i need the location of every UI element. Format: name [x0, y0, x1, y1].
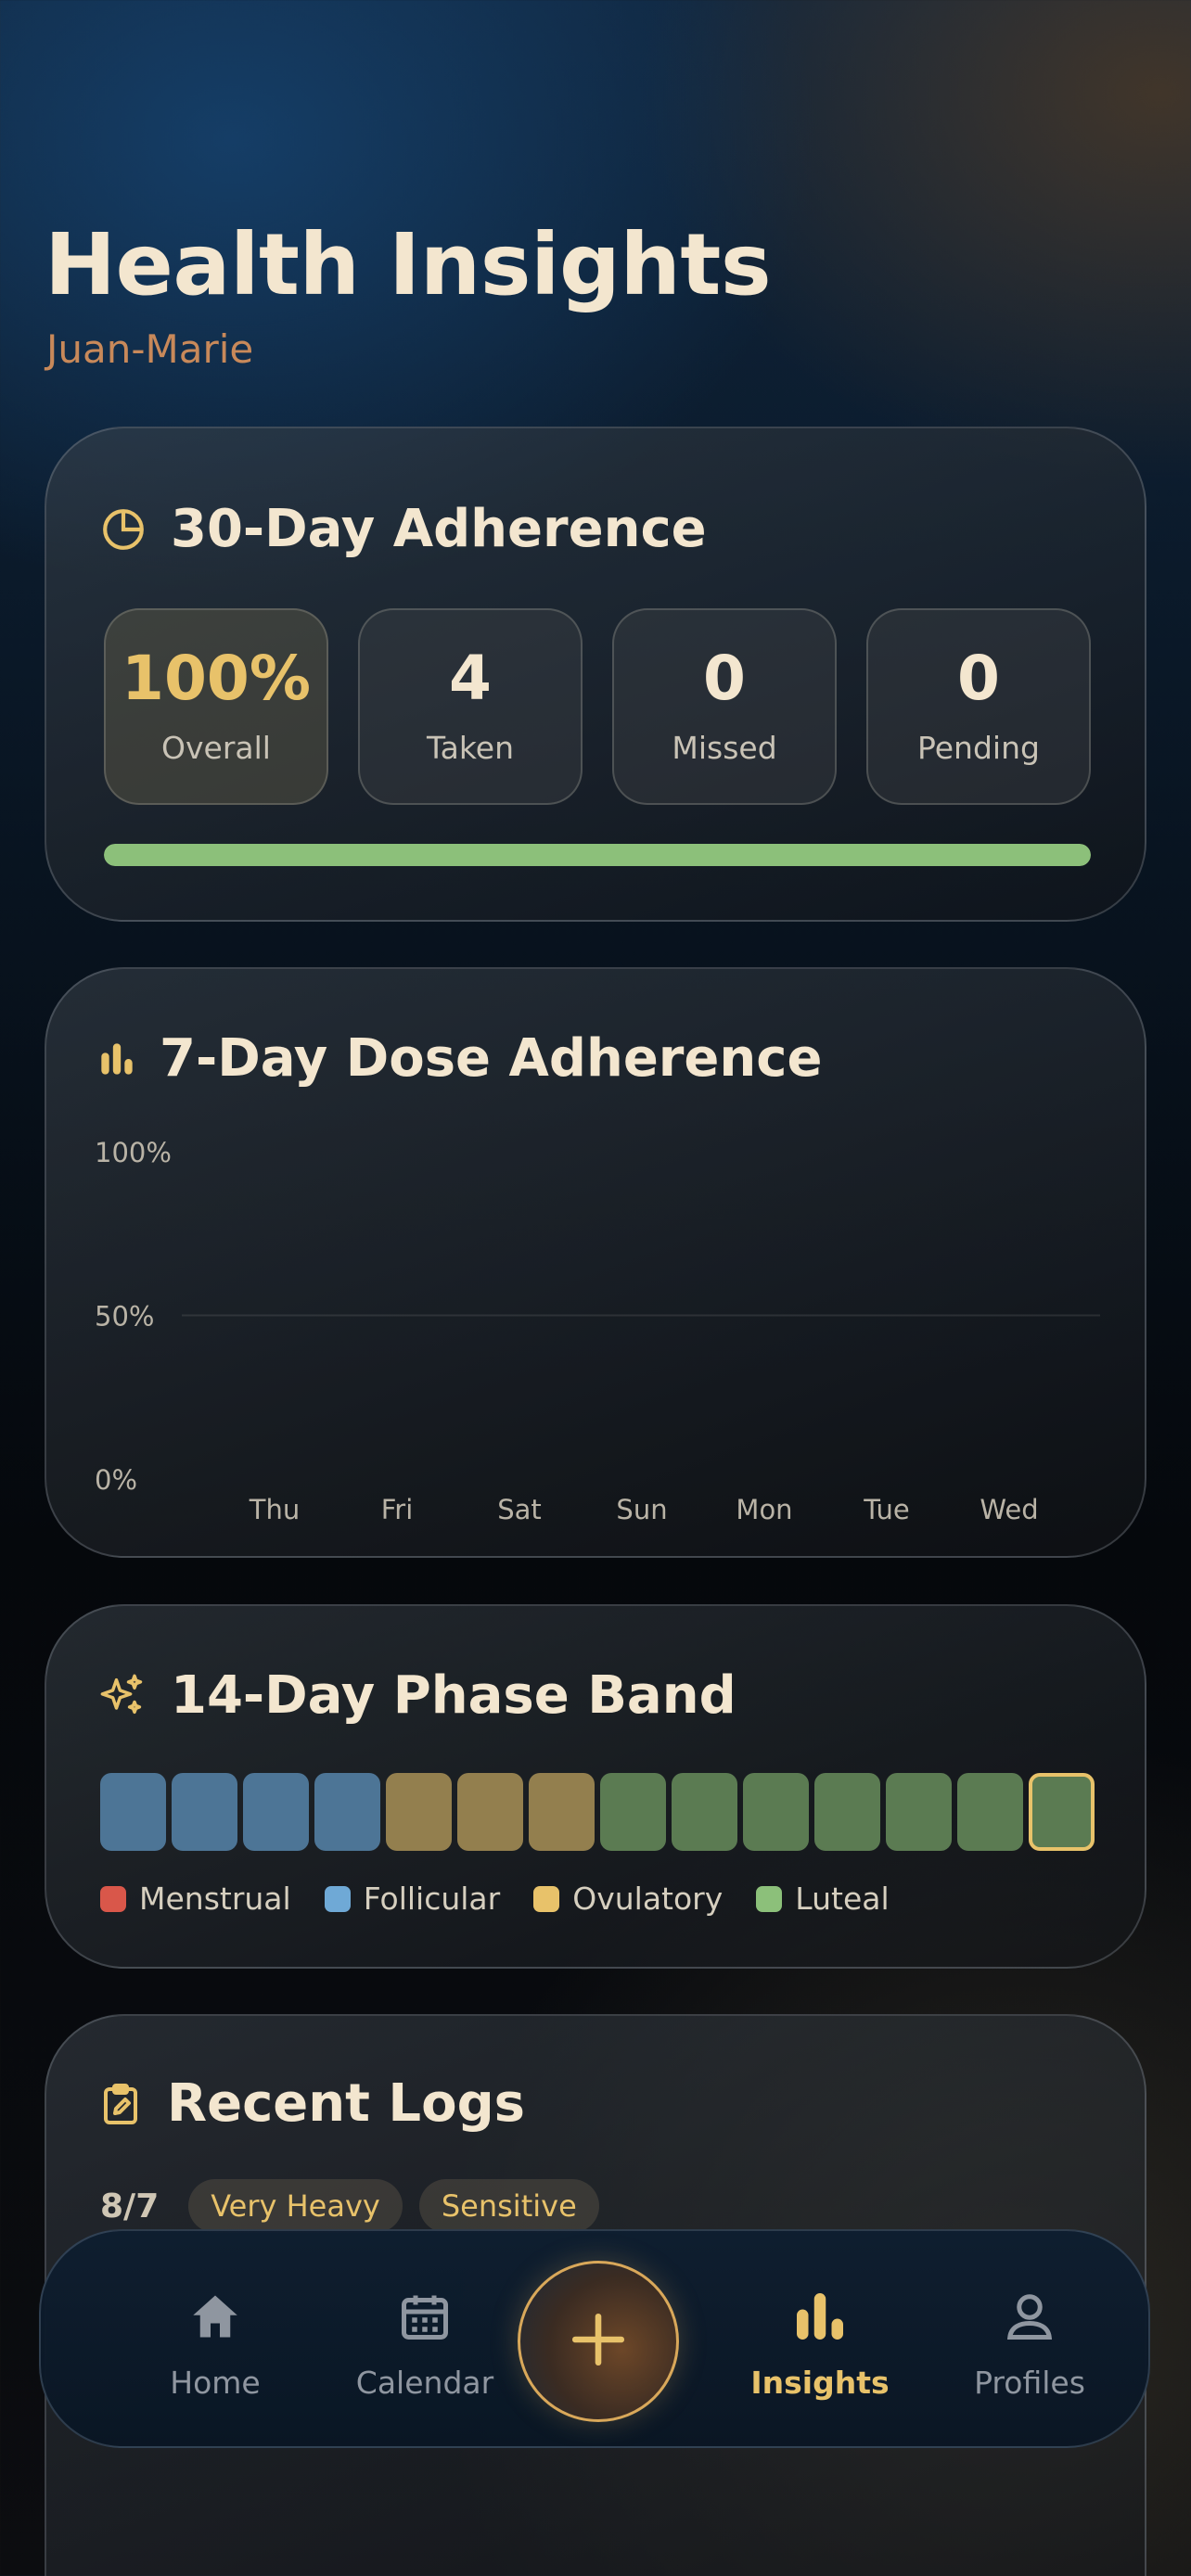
- log-row[interactable]: 8/7 Very Heavy Sensitive: [100, 2179, 599, 2233]
- x-tick-label: Wed: [980, 1494, 1038, 1525]
- log-date: 8/7: [100, 2187, 160, 2225]
- stat-label: Overall: [161, 729, 271, 766]
- phase-day-luteal[interactable]: [814, 1773, 880, 1851]
- phase-day-follicular[interactable]: [243, 1773, 309, 1851]
- calendar-icon: [397, 2289, 453, 2352]
- recent-logs-title: Recent Logs: [167, 2073, 525, 2134]
- legend-ovulatory: Ovulatory: [533, 1881, 723, 1917]
- x-tick-label: Tue: [863, 1494, 910, 1525]
- phase-band: [100, 1773, 1095, 1851]
- phase-day-luteal[interactable]: [672, 1773, 737, 1851]
- plus-icon: [568, 2309, 629, 2374]
- nav-label: Calendar: [355, 2365, 494, 2401]
- adherence-progress-fill: [104, 844, 1091, 866]
- stat-label: Missed: [672, 729, 777, 766]
- x-tick-label: Sun: [616, 1494, 667, 1525]
- add-button[interactable]: [518, 2261, 679, 2422]
- stat-label: Pending: [917, 729, 1040, 766]
- legend-luteal: Luteal: [756, 1881, 890, 1917]
- stat-pending: 0 Pending: [866, 608, 1091, 805]
- stat-value: 4: [449, 642, 492, 714]
- phase-day-ovulatory[interactable]: [386, 1773, 452, 1851]
- stat-value: 100%: [122, 642, 311, 714]
- phase-band-title: 14-Day Phase Band: [171, 1665, 736, 1726]
- dose-adherence-7-card: 7-Day Dose Adherence 100% 50% 0% Thu Fri Sat S…: [45, 967, 1146, 1558]
- pie-chart-icon: [100, 506, 147, 553]
- home-icon: [187, 2289, 243, 2352]
- dose-adherence-chart: 100% 50% 0% Thu Fri Sat Sun Mon Tue Wed: [95, 1137, 1100, 1525]
- phase-day-follicular[interactable]: [314, 1773, 380, 1851]
- legend-label: Ovulatory: [572, 1881, 724, 1917]
- log-tag: Sensitive: [418, 2179, 599, 2233]
- phase-legend: Menstrual Follicular Ovulatory Luteal: [100, 1881, 890, 1917]
- legend-swatch: [756, 1885, 783, 1912]
- phase-day-follicular[interactable]: [172, 1773, 237, 1851]
- x-tick-label: Sat: [497, 1494, 542, 1525]
- nav-profiles[interactable]: Profiles: [937, 2289, 1122, 2401]
- legend-menstrual: Menstrual: [100, 1881, 291, 1917]
- legend-label: Follicular: [363, 1881, 501, 1917]
- recent-logs-header: Recent Logs: [98, 2073, 525, 2134]
- page-title: Health Insights: [45, 215, 772, 314]
- phase-day-ovulatory[interactable]: [457, 1773, 523, 1851]
- bar-chart-icon: [792, 2289, 848, 2352]
- phase-band-card: 14-Day Phase Band Menstrual Follicular O…: [45, 1604, 1146, 1969]
- stat-value: 0: [703, 642, 746, 714]
- stat-label: Taken: [426, 729, 515, 766]
- phase-day-ovulatory[interactable]: [529, 1773, 595, 1851]
- x-tick-label: Fri: [381, 1494, 414, 1525]
- phase-day-luteal[interactable]: [743, 1773, 809, 1851]
- adherence-30-header: 30-Day Adherence: [100, 499, 707, 559]
- nav-label: Home: [170, 2365, 261, 2401]
- y-tick-label: 100%: [95, 1137, 172, 1168]
- nav-calendar[interactable]: Calendar: [332, 2289, 518, 2401]
- nav-insights[interactable]: Insights: [727, 2289, 913, 2401]
- stat-value: 0: [957, 642, 1000, 714]
- phase-day-follicular[interactable]: [100, 1773, 166, 1851]
- adherence-30-card: 30-Day Adherence 100% Overall 4 Taken 0 …: [45, 427, 1146, 922]
- log-tag: Very Heavy: [188, 2179, 403, 2233]
- profile-name: Juan-Marie: [46, 326, 254, 372]
- y-tick-label: 0%: [95, 1464, 137, 1496]
- stat-overall: 100% Overall: [104, 608, 328, 805]
- sparkles-icon: [98, 1672, 147, 1720]
- legend-follicular: Follicular: [324, 1881, 501, 1917]
- stat-missed: 0 Missed: [612, 608, 837, 805]
- stat-taken: 4 Taken: [358, 608, 583, 805]
- legend-swatch: [533, 1885, 560, 1912]
- y-tick-label: 50%: [95, 1301, 154, 1333]
- legend-swatch: [100, 1885, 126, 1912]
- legend-label: Menstrual: [139, 1881, 291, 1917]
- nav-home[interactable]: Home: [122, 2289, 308, 2401]
- nav-label: Profiles: [974, 2365, 1085, 2401]
- legend-swatch: [324, 1885, 351, 1912]
- phase-day-luteal[interactable]: [886, 1773, 952, 1851]
- adherence-stats: 100% Overall 4 Taken 0 Missed 0 Pending: [104, 608, 1091, 805]
- bottom-nav: Home Calendar Insights Profiles: [39, 2229, 1150, 2448]
- phase-day-luteal[interactable]: [957, 1773, 1023, 1851]
- clipboard-edit-icon: [98, 2082, 143, 2126]
- person-icon: [1002, 2289, 1057, 2352]
- x-tick-label: Mon: [736, 1494, 792, 1525]
- x-tick-label: Thu: [249, 1494, 300, 1525]
- phase-band-header: 14-Day Phase Band: [98, 1665, 736, 1726]
- legend-label: Luteal: [795, 1881, 890, 1917]
- nav-label: Insights: [750, 2365, 890, 2401]
- adherence-progress-bar: [104, 844, 1091, 866]
- phase-day-luteal[interactable]: [600, 1773, 666, 1851]
- adherence-30-title: 30-Day Adherence: [171, 499, 707, 559]
- phase-day-luteal[interactable]: [1029, 1773, 1095, 1851]
